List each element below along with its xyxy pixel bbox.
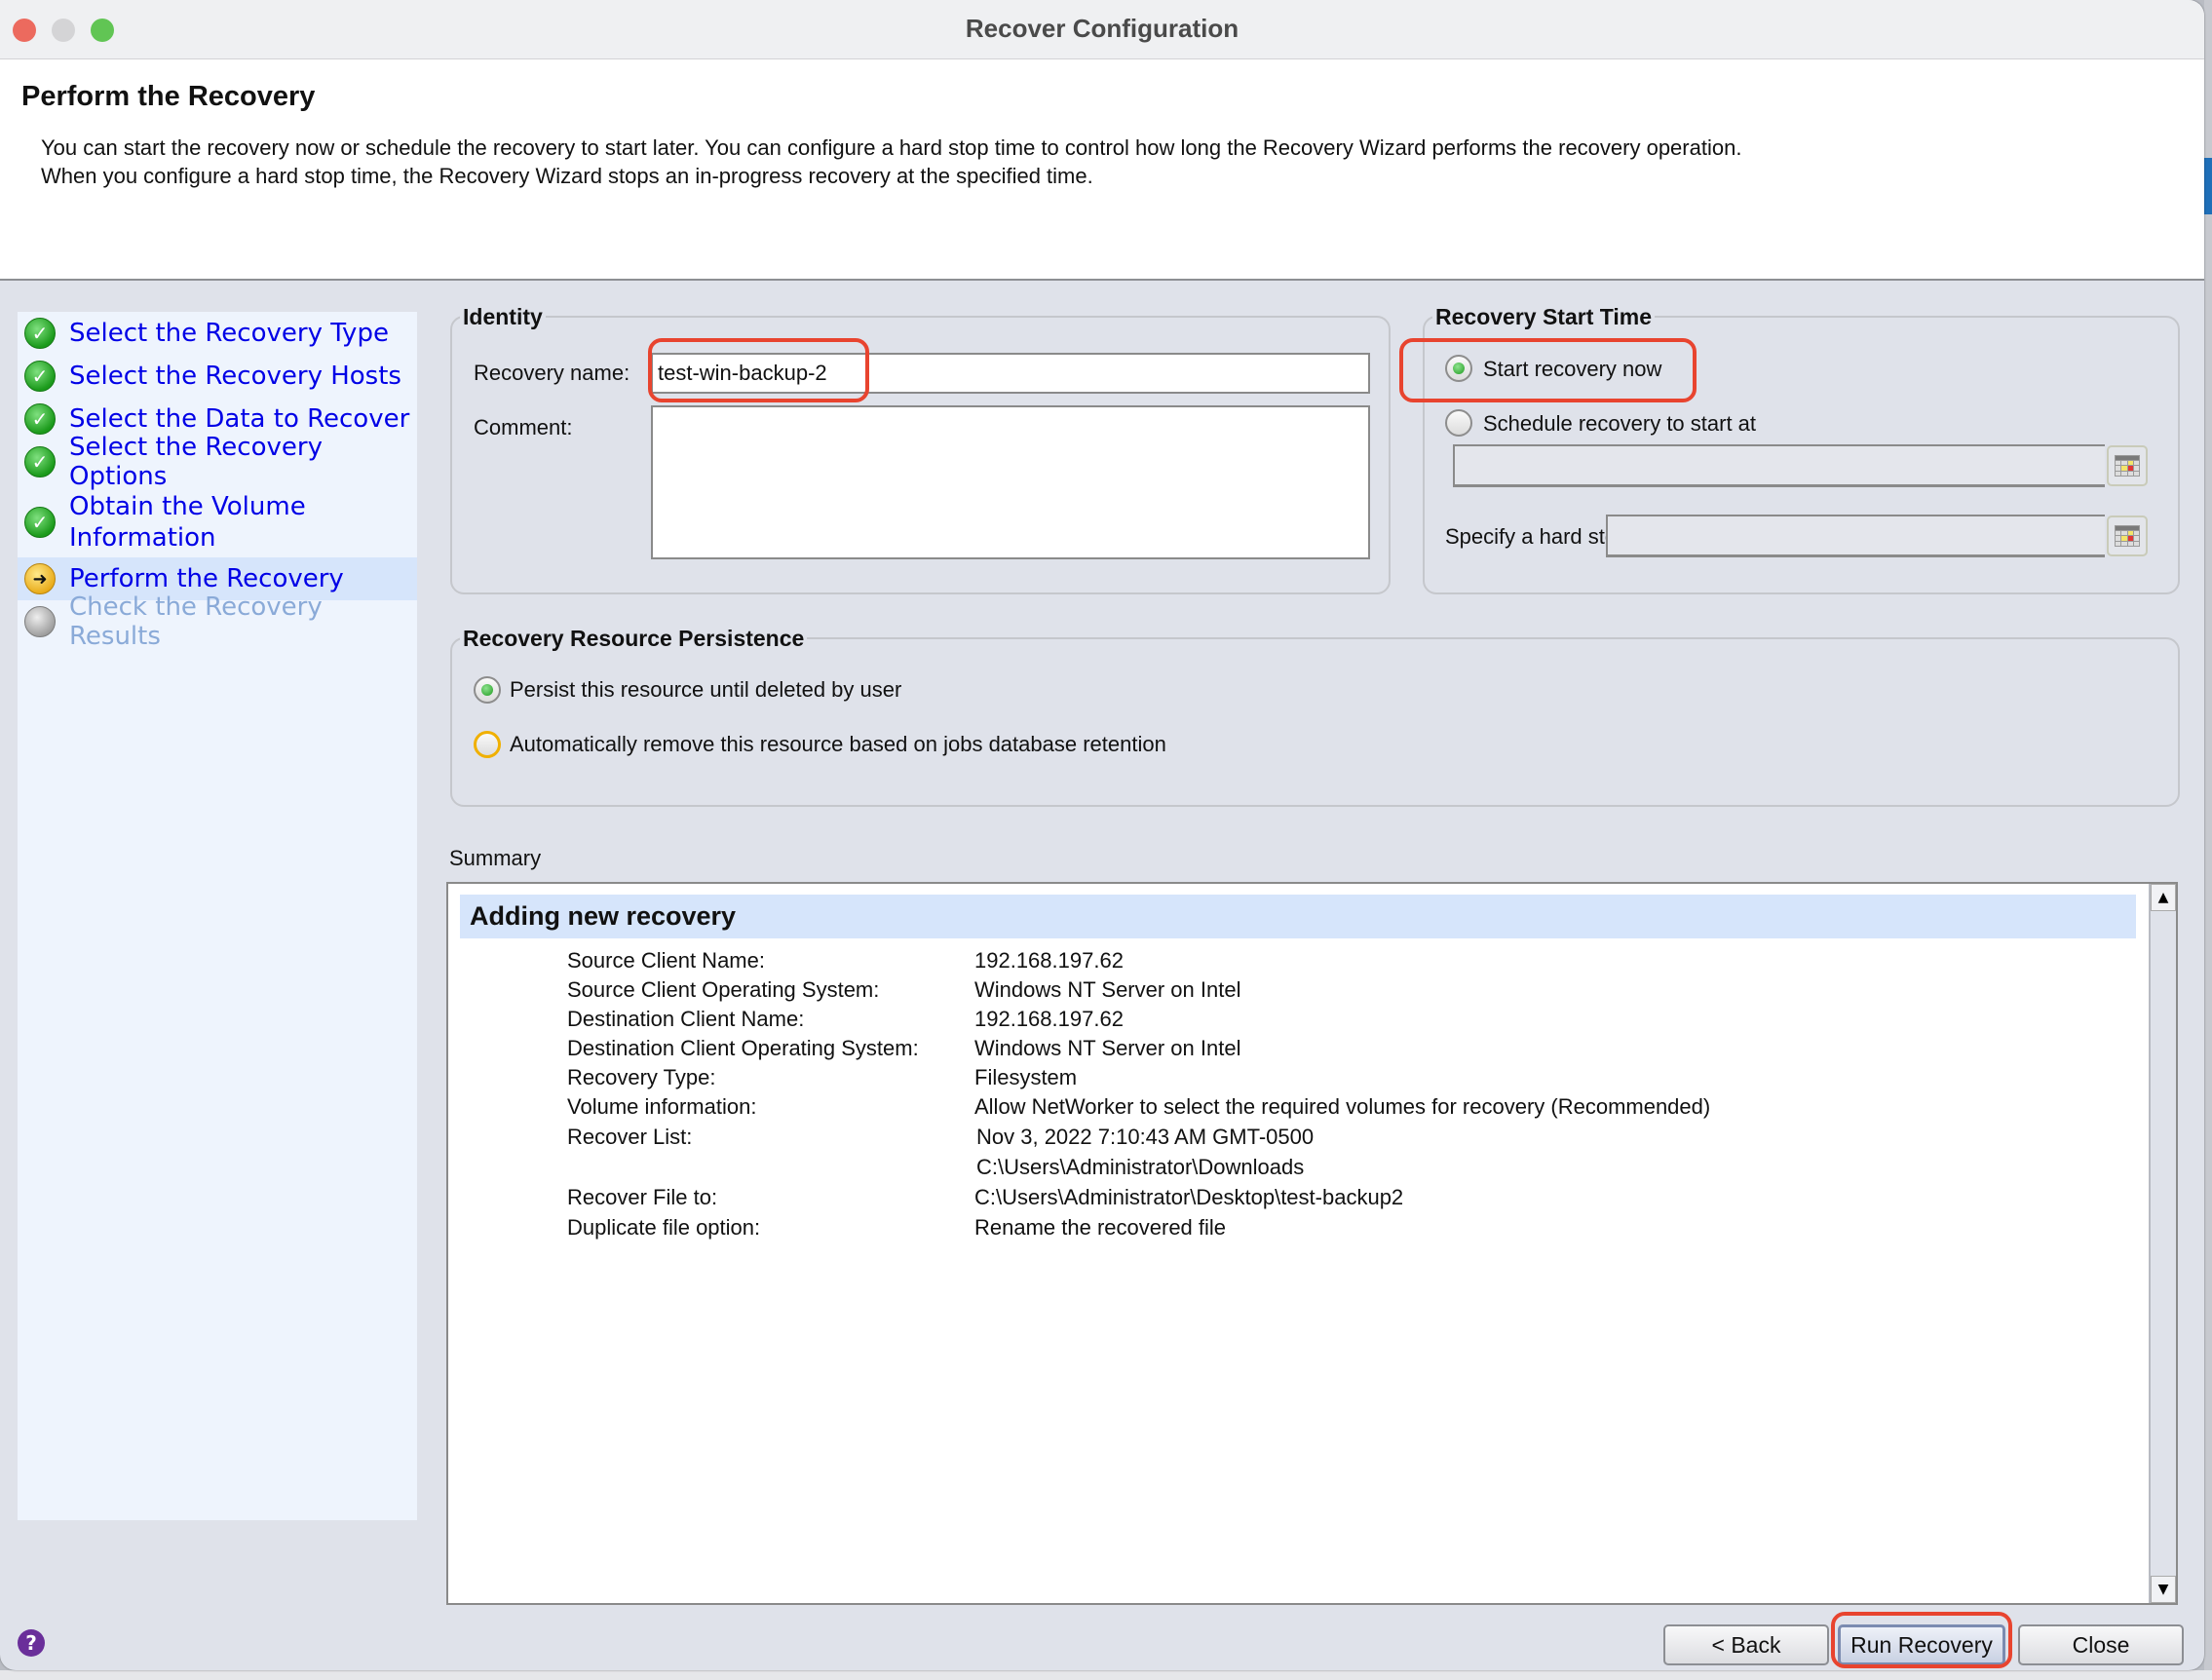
calendar-icon <box>2115 525 2140 547</box>
wizard-step-volume-information[interactable]: ✓ Obtain the Volume Information <box>18 487 417 557</box>
summary-key: Recover List: <box>567 1125 693 1149</box>
summary-value: 192.168.197.62 <box>974 948 1124 973</box>
page-header: Perform the Recovery You can start the r… <box>0 59 2204 281</box>
summary-value: 192.168.197.62 <box>974 1007 1124 1031</box>
wizard-steps-sidebar: ✓ Select the Recovery Type ✓ Select the … <box>18 312 417 1520</box>
hard-stop-input[interactable] <box>1606 515 2105 557</box>
wizard-step-label: Select the Recovery Options <box>69 433 323 491</box>
summary-value: Windows NT Server on Intel <box>974 1036 1241 1060</box>
arrow-circle-icon: ➜ <box>24 563 56 594</box>
check-circle-icon: ✓ <box>24 446 56 477</box>
wizard-step-label: Select the Data to Recover <box>69 404 410 434</box>
wizard-step-recovery-options[interactable]: ✓ Select the Recovery Options <box>18 433 417 491</box>
summary-key: Destination Client Operating System: <box>567 1036 919 1060</box>
schedule-label[interactable]: Schedule recovery to start at <box>1483 411 1756 437</box>
page-title: Perform the Recovery <box>21 81 316 112</box>
background-app-edge <box>2204 0 2212 1670</box>
resource-persistence-group: Recovery Resource Persistence <box>450 626 2180 807</box>
summary-key: Destination Client Name: <box>567 1007 805 1031</box>
title-bar: Recover Configuration <box>0 0 2204 59</box>
start-now-radio[interactable] <box>1445 355 1472 382</box>
check-circle-icon: ✓ <box>24 361 56 392</box>
run-recovery-button[interactable]: Run Recovery <box>1838 1624 2005 1665</box>
hard-stop-calendar-button[interactable] <box>2107 515 2148 556</box>
wizard-step-label: Check the Recovery Results <box>69 592 323 651</box>
window-title: Recover Configuration <box>965 14 1239 43</box>
help-icon[interactable]: ? <box>18 1629 45 1657</box>
radio-selected-dot <box>1453 363 1465 374</box>
start-now-label[interactable]: Start recovery now <box>1483 357 1661 382</box>
wizard-step-label: Obtain the Volume Information <box>69 492 306 553</box>
summary-scrollbar[interactable]: ▲ ▼ <box>2149 884 2176 1603</box>
schedule-radio[interactable] <box>1445 409 1472 437</box>
calendar-icon <box>2115 455 2140 477</box>
summary-key: Source Client Name: <box>567 948 765 973</box>
summary-value: Nov 3, 2022 7:10:43 AM GMT-0500 <box>976 1125 1315 1149</box>
summary-value: Windows NT Server on Intel <box>974 977 1241 1002</box>
schedule-datetime-input[interactable] <box>1453 444 2105 487</box>
recover-configuration-dialog: Recover Configuration Perform the Recove… <box>0 0 2204 1670</box>
check-circle-icon: ✓ <box>24 318 56 349</box>
resource-persistence-title: Recovery Resource Persistence <box>460 626 808 652</box>
check-circle-icon: ✓ <box>24 507 56 538</box>
summary-value: C:\Users\Administrator\Downloads <box>976 1155 1305 1179</box>
background-app-accent <box>2204 158 2212 214</box>
check-circle-icon: ✓ <box>24 403 56 435</box>
wizard-step-recovery-type[interactable]: ✓ Select the Recovery Type <box>18 316 417 351</box>
recovery-start-time-title: Recovery Start Time <box>1432 304 1656 330</box>
recovery-name-label: Recovery name: <box>474 361 630 385</box>
auto-remove-radio[interactable] <box>474 731 501 758</box>
scroll-up-arrow-icon[interactable]: ▲ <box>2151 884 2176 911</box>
wizard-step-label: Select the Recovery Hosts <box>69 362 401 391</box>
identity-group-title: Identity <box>460 304 546 330</box>
wizard-step-label: Perform the Recovery <box>69 564 344 593</box>
gray-circle-icon <box>24 606 56 637</box>
persist-radio[interactable] <box>474 676 501 704</box>
summary-label: Summary <box>449 846 542 870</box>
summary-value: Rename the recovered file <box>974 1215 1227 1240</box>
summary-key: Recovery Type: <box>567 1065 716 1089</box>
wizard-step-recovery-hosts[interactable]: ✓ Select the Recovery Hosts <box>18 359 417 394</box>
page-description: You can start the recovery now or schedu… <box>41 135 1742 188</box>
summary-key: Recover File to: <box>567 1185 718 1209</box>
summary-panel: Adding new recovery Source Client Name: 1… <box>446 882 2178 1605</box>
comment-label: Comment: <box>474 415 573 439</box>
summary-value: C:\Users\Administrator\Desktop\test-back… <box>974 1185 1404 1209</box>
close-button[interactable]: Close <box>2018 1624 2184 1665</box>
summary-key: Duplicate file option: <box>567 1215 761 1240</box>
wizard-step-data-to-recover[interactable]: ✓ Select the Data to Recover <box>18 401 417 437</box>
auto-remove-label[interactable]: Automatically remove this resource based… <box>510 732 1166 757</box>
recovery-name-input[interactable] <box>651 353 1370 394</box>
summary-heading: Adding new recovery <box>460 895 2136 938</box>
summary-key: Volume information: <box>567 1094 757 1119</box>
summary-key: Source Client Operating System: <box>567 977 880 1002</box>
summary-value: Filesystem <box>974 1065 1078 1089</box>
persist-label[interactable]: Persist this resource until deleted by u… <box>510 677 901 703</box>
radio-selected-dot <box>481 684 493 696</box>
wizard-step-check-results: Check the Recovery Results <box>18 592 417 651</box>
schedule-calendar-button[interactable] <box>2107 445 2148 486</box>
wizard-step-label: Select the Recovery Type <box>69 319 389 348</box>
scroll-down-arrow-icon[interactable]: ▼ <box>2151 1576 2176 1603</box>
back-button[interactable]: < Back <box>1663 1624 1829 1665</box>
summary-value: Allow NetWorker to select the required v… <box>974 1094 1711 1119</box>
comment-textarea[interactable] <box>651 405 1370 559</box>
background-app-strip <box>0 1670 2212 1680</box>
